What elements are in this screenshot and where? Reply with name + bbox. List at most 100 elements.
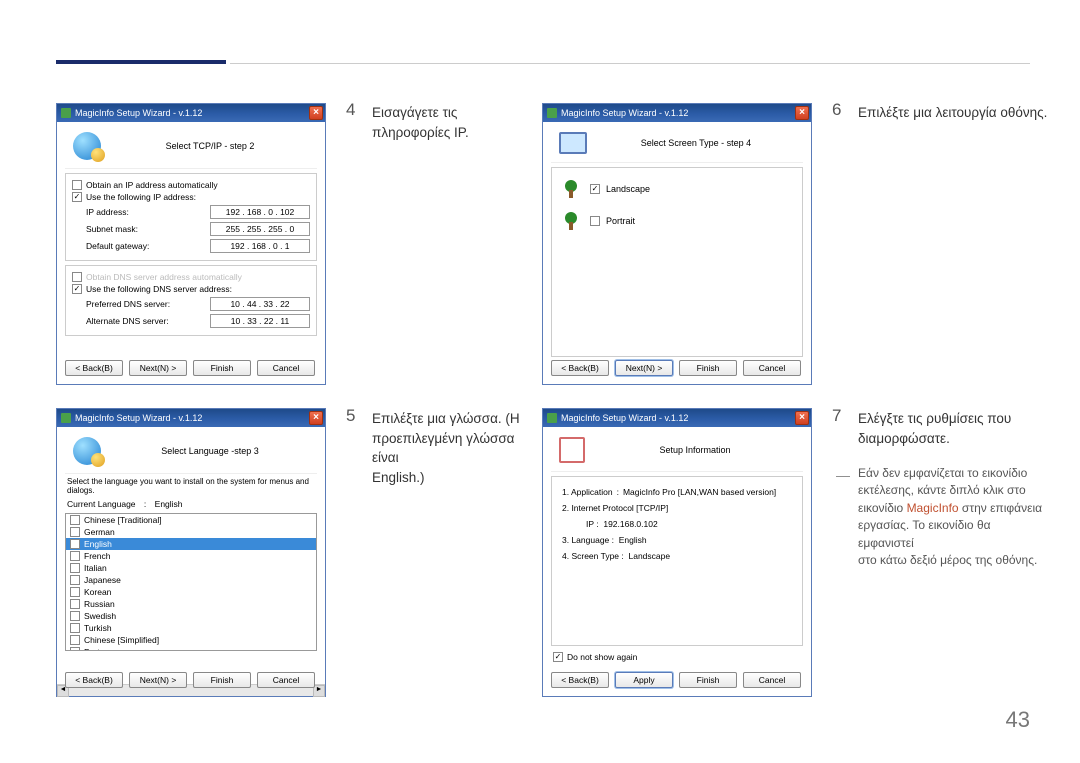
lang-checkbox[interactable] xyxy=(70,599,80,609)
use-dns-checkbox[interactable] xyxy=(72,284,82,294)
auto-ip-checkbox[interactable] xyxy=(72,180,82,190)
lang-checkbox[interactable] xyxy=(70,587,80,597)
list-item[interactable]: Japanese xyxy=(66,574,316,586)
lang-checkbox[interactable] xyxy=(70,647,80,651)
info2: 2. Internet Protocol [TCP/IP] xyxy=(562,503,668,513)
ip-input[interactable]: 192 . 168 . 0 . 102 xyxy=(210,205,310,219)
next-button[interactable]: Next(N) > xyxy=(129,360,187,376)
cancel-button[interactable]: Cancel xyxy=(257,672,315,688)
info3-label: 3. Language : xyxy=(562,535,614,545)
portrait-label: Portrait xyxy=(606,216,635,226)
cancel-button[interactable]: Cancel xyxy=(743,360,801,376)
globe-icon xyxy=(73,437,101,465)
current-lang-label: Current Language xyxy=(67,499,136,509)
app-icon xyxy=(61,413,71,423)
step7-number: 7 xyxy=(832,406,841,426)
lang-label: Portuguese xyxy=(84,647,127,651)
cancel-button[interactable]: Cancel xyxy=(743,672,801,688)
page-number: 43 xyxy=(1006,707,1030,733)
list-item[interactable]: Korean xyxy=(66,586,316,598)
lang-checkbox[interactable] xyxy=(70,575,80,585)
apply-button[interactable]: Apply xyxy=(615,672,673,688)
lang-label: Chinese [Simplified] xyxy=(84,635,159,645)
landscape-checkbox[interactable] xyxy=(590,184,600,194)
landscape-label: Landscape xyxy=(606,184,650,194)
lang-label: English xyxy=(84,539,112,549)
title-text: MagicInfo Setup Wizard - v.1.12 xyxy=(75,413,202,423)
ip-label: IP address: xyxy=(86,207,129,217)
finish-button[interactable]: Finish xyxy=(679,360,737,376)
next-button[interactable]: Next(N) > xyxy=(615,360,673,376)
list-item[interactable]: Chinese [Traditional] xyxy=(66,514,316,526)
monitor-icon xyxy=(559,132,587,154)
list-item[interactable]: English xyxy=(66,538,316,550)
adns-label: Alternate DNS server: xyxy=(86,316,169,326)
next-button[interactable]: Next(N) > xyxy=(129,672,187,688)
finish-button[interactable]: Finish xyxy=(679,672,737,688)
lang-checkbox[interactable] xyxy=(70,539,80,549)
back-button[interactable]: < Back(B) xyxy=(65,360,123,376)
list-item[interactable]: Turkish xyxy=(66,622,316,634)
list-item[interactable]: Chinese [Simplified] xyxy=(66,634,316,646)
list-item[interactable]: Russian xyxy=(66,598,316,610)
dontshow-checkbox[interactable] xyxy=(553,652,563,662)
portrait-checkbox[interactable] xyxy=(590,216,600,226)
mask-input[interactable]: 255 . 255 . 255 . 0 xyxy=(210,222,310,236)
lang-checkbox[interactable] xyxy=(70,551,80,561)
lang-label: Turkish xyxy=(84,623,112,633)
lang-checkbox[interactable] xyxy=(70,611,80,621)
close-icon[interactable]: × xyxy=(795,106,809,120)
note-brand: MagicInfo xyxy=(907,501,959,515)
lang-label: Italian xyxy=(84,563,107,573)
app-icon xyxy=(547,413,557,423)
list-item[interactable]: Portuguese xyxy=(66,646,316,651)
close-icon[interactable]: × xyxy=(309,411,323,425)
close-icon[interactable]: × xyxy=(795,411,809,425)
lang-label: Japanese xyxy=(84,575,121,585)
titlebar: MagicInfo Setup Wizard - v.1.12 × xyxy=(57,104,325,122)
lang-checkbox[interactable] xyxy=(70,563,80,573)
step-header: Select Screen Type - step 4 xyxy=(597,138,795,148)
info4-label: 4. Screen Type : xyxy=(562,551,624,561)
pdns-label: Preferred DNS server: xyxy=(86,299,170,309)
header-accent xyxy=(56,60,226,64)
lang-label: German xyxy=(84,527,115,537)
step5-line1: Επιλέξτε μια γλώσσα. (Η xyxy=(372,411,520,426)
lang-checkbox[interactable] xyxy=(70,635,80,645)
use-ip-label: Use the following IP address: xyxy=(86,192,196,202)
note-l4: εργασίας. Το εικονίδιο θα εμφανιστεί xyxy=(858,518,991,549)
step7-line1: Ελέγξτε τις ρυθμίσεις που xyxy=(858,411,1011,426)
info1-label: 1. Application xyxy=(562,487,613,497)
list-item[interactable]: German xyxy=(66,526,316,538)
auto-dns-checkbox[interactable] xyxy=(72,272,82,282)
info1-val: MagicInfo Pro [LAN,WAN based version] xyxy=(623,487,776,497)
wizard-screentype: MagicInfo Setup Wizard - v.1.12 × Select… xyxy=(542,103,812,385)
step4-number: 4 xyxy=(346,100,355,120)
finish-button[interactable]: Finish xyxy=(193,360,251,376)
note-l5: στο κάτω δεξιό μέρος της οθόνης. xyxy=(858,553,1037,567)
finish-button[interactable]: Finish xyxy=(193,672,251,688)
step7-line2: διαμορφώσατε. xyxy=(858,431,950,446)
lang-checkbox[interactable] xyxy=(70,527,80,537)
use-dns-label: Use the following DNS server address: xyxy=(86,284,232,294)
pdns-input[interactable]: 10 . 44 . 33 . 22 xyxy=(210,297,310,311)
adns-input[interactable]: 10 . 33 . 22 . 11 xyxy=(210,314,310,328)
list-item[interactable]: Swedish xyxy=(66,610,316,622)
back-button[interactable]: < Back(B) xyxy=(551,672,609,688)
lang-label: Chinese [Traditional] xyxy=(84,515,162,525)
lang-checkbox[interactable] xyxy=(70,515,80,525)
list-item[interactable]: Italian xyxy=(66,562,316,574)
cancel-button[interactable]: Cancel xyxy=(257,360,315,376)
touch-icon xyxy=(559,437,585,463)
use-ip-checkbox[interactable] xyxy=(72,192,82,202)
gw-input[interactable]: 192 . 168 . 0 . 1 xyxy=(210,239,310,253)
back-button[interactable]: < Back(B) xyxy=(65,672,123,688)
mask-label: Subnet mask: xyxy=(86,224,138,234)
titlebar: MagicInfo Setup Wizard - v.1.12 × xyxy=(543,104,811,122)
back-button[interactable]: < Back(B) xyxy=(551,360,609,376)
lang-checkbox[interactable] xyxy=(70,623,80,633)
language-listbox[interactable]: Chinese [Traditional] German EnglishFrench… xyxy=(65,513,317,651)
close-icon[interactable]: × xyxy=(309,106,323,120)
note-l3c: στην επιφάνεια xyxy=(959,501,1042,515)
list-item[interactable]: French xyxy=(66,550,316,562)
